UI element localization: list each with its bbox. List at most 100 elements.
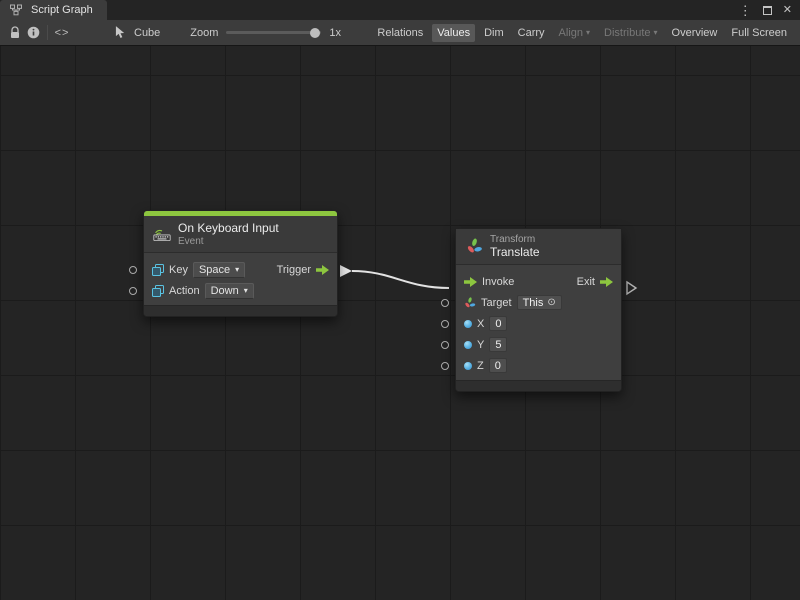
trigger-output-port[interactable]: [316, 265, 329, 275]
dim-button[interactable]: Dim: [479, 24, 509, 42]
key-label: Key: [169, 264, 188, 276]
literal-icon: [152, 264, 164, 276]
lock-icon[interactable]: [6, 24, 24, 42]
toolbar-separator: [47, 25, 48, 40]
trigger-label: Trigger: [277, 264, 311, 276]
key-dropdown-value: Space: [199, 264, 230, 276]
node-body: Invoke Exit: [456, 265, 621, 380]
value-port-icon: [464, 341, 472, 349]
action-dropdown[interactable]: Down ▾: [205, 283, 254, 299]
z-label: Z: [477, 360, 484, 372]
info-icon[interactable]: [24, 24, 42, 42]
tab-script-graph[interactable]: Script Graph: [0, 0, 107, 20]
values-button[interactable]: Values: [432, 24, 475, 42]
action-row: Action Down ▾: [144, 280, 337, 301]
close-icon[interactable]: ✕: [783, 5, 792, 16]
key-input-port[interactable]: [129, 266, 137, 274]
node-title: Translate: [490, 245, 540, 259]
zoom-value: 1x: [329, 27, 341, 39]
node-body: Key Space ▾ Trigger: [144, 253, 337, 305]
y-value: 5: [495, 339, 501, 351]
z-input-port[interactable]: [441, 362, 449, 370]
chevron-down-icon: ▾: [654, 29, 658, 37]
y-row: Y 5: [456, 334, 621, 355]
script-graph-window: Script Graph ⋮ ✕ <>: [0, 0, 800, 600]
overview-button[interactable]: Overview: [667, 24, 723, 42]
chevron-down-icon: ▾: [244, 287, 248, 295]
exit-flow-arrow: [627, 282, 636, 294]
menu-kebab-icon[interactable]: ⋮: [739, 4, 752, 17]
target-object[interactable]: Cube: [111, 24, 160, 42]
node-header: On Keyboard Input Event: [144, 216, 337, 253]
maximize-icon[interactable]: [763, 6, 772, 15]
node-footer: [456, 380, 621, 391]
target-value: This: [523, 297, 544, 309]
code-view-icon[interactable]: <>: [53, 24, 71, 42]
literal-icon: [152, 285, 164, 297]
carry-button[interactable]: Carry: [513, 24, 550, 42]
key-row: Key Space ▾ Trigger: [144, 259, 337, 280]
exit-label: Exit: [577, 276, 595, 288]
exit-output-port[interactable]: [600, 277, 613, 287]
target-value-chip[interactable]: This ⊙: [517, 295, 562, 310]
node-header: Transform Translate: [456, 229, 621, 265]
tab-title: Script Graph: [31, 4, 93, 16]
x-value: 0: [495, 318, 501, 330]
titlebar: Script Graph ⋮ ✕: [0, 0, 800, 20]
connection-layer: [0, 46, 800, 600]
target-row: Target This ⊙: [456, 292, 621, 313]
x-value-field[interactable]: 0: [489, 316, 507, 331]
toolbar-buttons: Relations Values Dim Carry Align ▾ Distr…: [372, 24, 794, 42]
transform-icon: [464, 297, 476, 309]
invoke-exit-row: Invoke Exit: [456, 271, 621, 292]
distribute-label: Distribute: [604, 27, 650, 39]
invoke-label: Invoke: [482, 276, 514, 288]
graph-canvas[interactable]: On Keyboard Input Event Key Space: [0, 46, 800, 600]
target-label: Target: [481, 297, 512, 309]
pointer-icon: [111, 24, 129, 42]
chevron-down-icon: ▾: [586, 29, 590, 37]
connection-start-arrow: [340, 265, 352, 277]
z-value-field[interactable]: 0: [489, 358, 507, 373]
zoom-slider-thumb[interactable]: [310, 28, 320, 38]
zoom-label: Zoom: [190, 27, 218, 39]
node-on-keyboard-input[interactable]: On Keyboard Input Event Key Space: [143, 210, 338, 317]
zoom-slider[interactable]: [226, 31, 321, 34]
chevron-down-icon: ▾: [235, 266, 239, 274]
key-dropdown[interactable]: Space ▾: [193, 262, 245, 278]
node-titles: On Keyboard Input Event: [178, 221, 279, 247]
x-row: X 0: [456, 313, 621, 334]
transform-icon: [465, 238, 483, 256]
node-titles: Transform Translate: [490, 234, 540, 259]
script-graph-icon: [7, 1, 25, 19]
x-label: X: [477, 318, 484, 330]
keyboard-event-icon: [153, 225, 171, 243]
action-dropdown-value: Down: [211, 285, 239, 297]
value-port-icon: [464, 362, 472, 370]
align-button: Align ▾: [554, 24, 595, 42]
invoke-input-port[interactable]: [464, 277, 477, 287]
fullscreen-button[interactable]: Full Screen: [726, 24, 792, 42]
relations-button[interactable]: Relations: [372, 24, 428, 42]
value-port-icon: [464, 320, 472, 328]
node-subtitle: Event: [178, 236, 279, 247]
window-controls: ⋮ ✕: [739, 0, 800, 20]
y-input-port[interactable]: [441, 341, 449, 349]
node-footer: [144, 305, 337, 316]
action-input-port[interactable]: [129, 287, 137, 295]
action-label: Action: [169, 285, 200, 297]
node-category: Transform: [490, 234, 540, 245]
object-name: Cube: [134, 27, 160, 39]
z-row: Z 0: [456, 355, 621, 376]
align-label: Align: [559, 27, 583, 39]
graph-toolbar: <> Cube Zoom 1x Relations Values Dim Car…: [0, 20, 800, 46]
target-input-port[interactable]: [441, 299, 449, 307]
x-input-port[interactable]: [441, 320, 449, 328]
node-transform-translate[interactable]: Transform Translate Invoke Exit: [455, 228, 622, 392]
zoom-control: Zoom 1x: [190, 27, 341, 39]
trigger-to-invoke-wire[interactable]: [352, 271, 449, 288]
target-picker-icon: ⊙: [547, 297, 555, 308]
y-value-field[interactable]: 5: [489, 337, 507, 352]
y-label: Y: [477, 339, 484, 351]
z-value: 0: [495, 360, 501, 372]
